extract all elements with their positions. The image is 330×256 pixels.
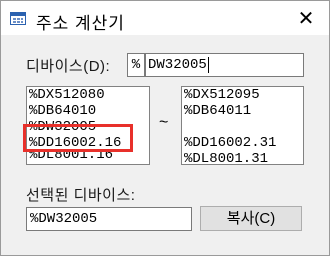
device-input[interactable]: DW32005 xyxy=(145,53,304,77)
selected-device-label: 선택된 디바이스: xyxy=(26,187,136,204)
window-title: 주소 계산기 xyxy=(36,14,125,33)
device-label: 디바이스(D): xyxy=(26,58,111,75)
device-input-value: DW32005 xyxy=(148,57,207,73)
list-item[interactable]: %DX512095 xyxy=(182,87,303,103)
selected-device-field: %DW32005 xyxy=(26,207,192,231)
address-calculator-dialog: 주소 계산기 ✕ 디바이스(D): % DW32005 %DX512080 %D… xyxy=(0,0,330,256)
highlight-box xyxy=(23,124,133,152)
list-item-empty xyxy=(182,119,303,135)
copy-button[interactable]: 복사(C) xyxy=(200,206,302,231)
device-prefix-field: % xyxy=(127,53,145,77)
text-caret xyxy=(207,57,209,73)
close-button[interactable]: ✕ xyxy=(291,6,321,32)
list-item[interactable]: %DD16002.31 xyxy=(182,135,303,151)
list-item[interactable]: %DB64010 xyxy=(27,103,149,119)
end-address-list[interactable]: %DX512095 %DB64011 %DD16002.31 %DL8001.3… xyxy=(181,86,304,165)
calculator-grid-icon xyxy=(10,12,26,25)
list-item[interactable]: %DL8001.31 xyxy=(182,151,303,164)
title-bar: 주소 계산기 ✕ xyxy=(1,1,329,35)
range-separator: ~ xyxy=(159,114,169,131)
list-item[interactable]: %DX512080 xyxy=(27,87,149,103)
list-item[interactable]: %DB64011 xyxy=(182,103,303,119)
